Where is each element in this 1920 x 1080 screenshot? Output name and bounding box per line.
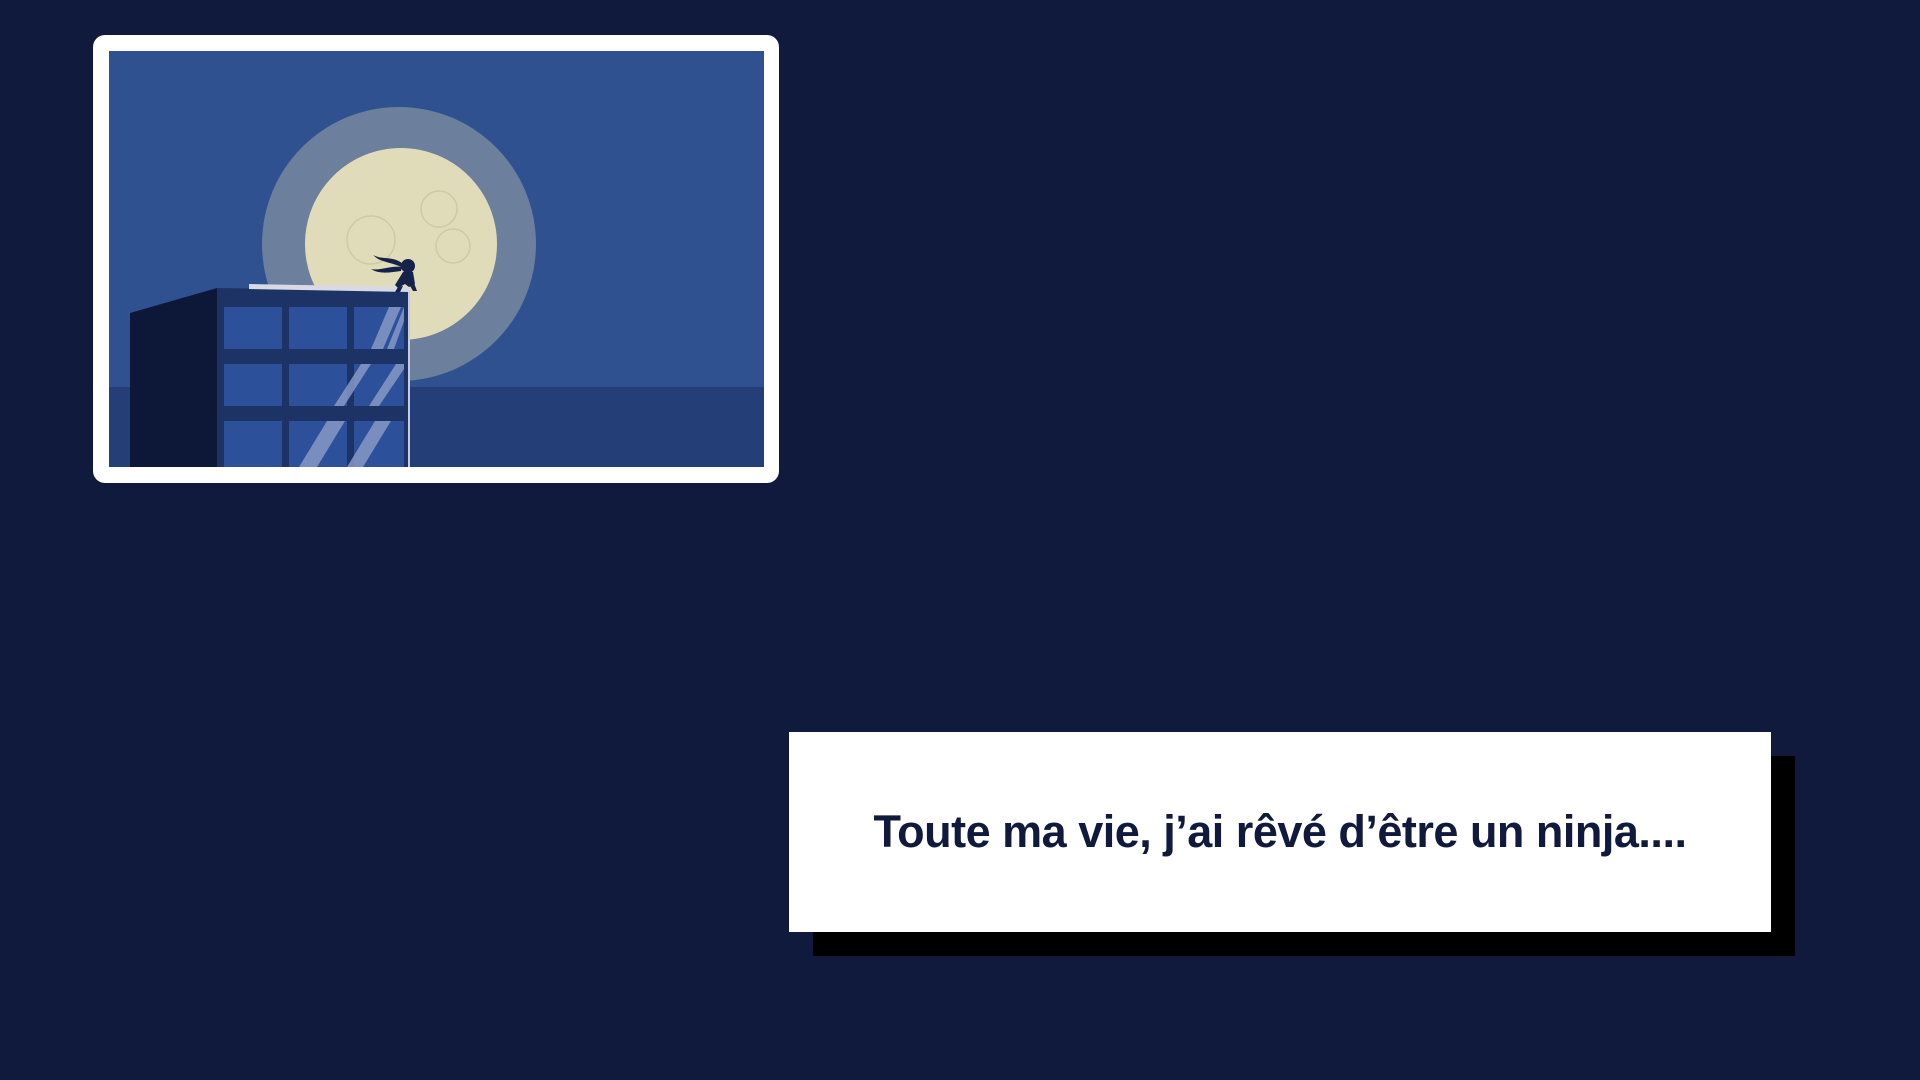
illustration-frame — [93, 35, 779, 483]
ninja-moon-illustration — [109, 51, 764, 467]
window — [289, 307, 347, 349]
building-side — [130, 288, 217, 467]
window — [224, 421, 282, 467]
window — [224, 307, 282, 349]
window — [224, 364, 282, 406]
caption-box: Toute ma vie, j’ai rêvé d’être un ninja.… — [789, 732, 1771, 932]
story-scene: Toute ma vie, j’ai rêvé d’être un ninja.… — [0, 0, 1920, 1080]
caption-text: Toute ma vie, j’ai rêvé d’être un ninja.… — [873, 806, 1687, 857]
